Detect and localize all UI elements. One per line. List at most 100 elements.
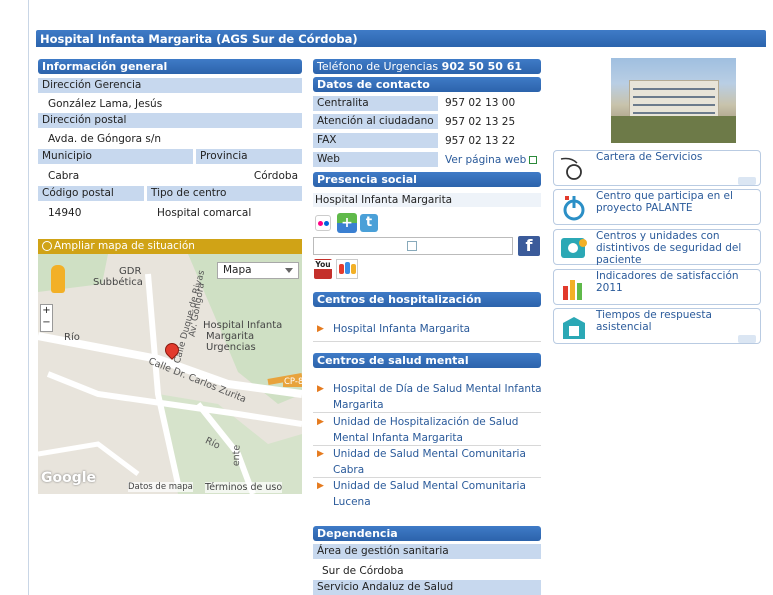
bullet-arrow-icon: ▶ <box>317 417 324 427</box>
contact-value-atencion: 957 02 13 25 <box>445 116 516 128</box>
flickr-icon[interactable] <box>315 215 331 231</box>
map-type-value: Mapa <box>223 264 252 276</box>
urgencias-value: 902 50 50 61 <box>441 60 523 73</box>
power-icon <box>563 196 585 221</box>
contact-label-atencion: Atención al ciudadano <box>313 114 438 129</box>
mental-item[interactable]: ▶ Unidad de Salud Mental Comunitaria Luce… <box>317 478 542 510</box>
contact-value-fax: 957 02 13 22 <box>445 135 516 147</box>
map-label-gdr: GDR <box>119 266 142 277</box>
facebook-icon[interactable]: f <box>518 236 540 256</box>
zoom-control[interactable]: + − <box>40 304 53 332</box>
service-tiempos[interactable]: Tiempos de respuesta asistencial <box>553 308 761 344</box>
zoom-in-icon[interactable]: + <box>42 305 50 316</box>
broken-image-icon <box>407 241 417 251</box>
social-embed-box <box>313 237 513 255</box>
postal-label: Dirección postal <box>38 113 302 128</box>
mental-item[interactable]: ▶ Hospital de Día de Salud Mental Infanta… <box>317 381 542 413</box>
community-icon[interactable] <box>336 259 358 279</box>
contact-label-centralita: Centralita <box>313 96 438 111</box>
social-name: Hospital Infanta Margarita <box>313 193 541 207</box>
youtube-icon[interactable]: You <box>314 259 332 279</box>
map-label-rio: Río <box>64 332 80 343</box>
map-label-cp: CP-8 <box>283 377 302 387</box>
map-label-urgencias: Urgencias <box>206 342 256 353</box>
hospital-clock-icon <box>563 317 585 339</box>
bullet-arrow-icon: ▶ <box>317 384 324 394</box>
map-data-link[interactable]: Datos de mapa <box>128 482 193 492</box>
hosp-header: Centros de hospitalización <box>313 292 541 307</box>
twitter-icon[interactable]: t <box>360 214 378 232</box>
map-label-hospital: Hospital Infanta <box>203 320 283 331</box>
service-label: Centro que participa en el proyecto PALA… <box>596 190 733 214</box>
postal-value: Avda. de Góngora s/n <box>48 133 162 145</box>
hospital-photo <box>611 58 736 143</box>
contact-header: Datos de contacto <box>313 77 541 92</box>
map-expand-link[interactable]: Ampliar mapa de situación <box>38 239 302 254</box>
provincia-label: Provincia <box>196 149 302 164</box>
divider <box>313 412 541 413</box>
map-label-subbetica: Subbética <box>93 277 143 288</box>
contact-value-centralita: 957 02 13 00 <box>445 97 516 109</box>
add-share-icon[interactable]: + <box>337 213 357 233</box>
urgencias-header: Teléfono de Urgencias 902 50 50 61 <box>313 59 541 74</box>
bar-chart-icon <box>563 280 582 300</box>
hosp-item[interactable]: ▶ Hospital Infanta Margarita <box>317 321 542 337</box>
mental-item-label: Hospital de Día de Salud Mental Infanta … <box>333 383 542 411</box>
gerencia-label: Dirección Gerencia <box>38 78 302 93</box>
map-label-margarita: Margarita <box>206 331 255 342</box>
service-label: Tiempos de respuesta asistencial <box>596 309 712 333</box>
urgencias-label: Teléfono de Urgencias <box>317 60 439 73</box>
service-cartera[interactable]: Cartera de Servicios <box>553 150 761 186</box>
provincia-value: Córdoba <box>253 170 298 182</box>
map-expand-label: Ampliar mapa de situación <box>54 240 195 252</box>
dep-area-value: Sur de Córdoba <box>322 565 404 577</box>
zoom-out-icon[interactable]: − <box>42 317 50 328</box>
service-label: Cartera de Servicios <box>596 151 703 163</box>
page-title: Hospital Infanta Margarita (AGS Sur de C… <box>36 30 766 47</box>
page: Hospital Infanta Margarita (AGS Sur de C… <box>0 0 773 595</box>
dep-header: Dependencia <box>313 526 541 541</box>
info-header: Información general <box>38 59 302 74</box>
web-link-label: Ver página web <box>445 154 527 166</box>
google-logo: Google <box>41 470 97 486</box>
pegman-icon[interactable] <box>51 265 65 293</box>
hosp-item-label: Hospital Infanta Margarita <box>333 323 471 335</box>
external-link-icon <box>529 156 538 164</box>
service-palante[interactable]: Centro que participa en el proyecto PALA… <box>553 189 761 225</box>
expand-tab[interactable] <box>738 177 756 185</box>
municipio-value: Cabra <box>48 170 80 182</box>
map-type-select[interactable]: Mapa <box>217 262 299 279</box>
mental-item-label: Unidad de Salud Mental Comunitaria Cabra <box>333 448 526 476</box>
tipo-label: Tipo de centro <box>147 186 302 201</box>
municipio-label: Municipio <box>38 149 193 164</box>
service-label: Centros y unidades con distintivos de se… <box>596 230 742 266</box>
tipo-value: Hospital comarcal <box>157 207 252 219</box>
dep-sas-label: Servicio Andaluz de Salud <box>313 580 541 595</box>
divider <box>313 341 541 342</box>
left-divider <box>28 0 29 595</box>
bullet-arrow-icon: ▶ <box>317 481 324 491</box>
bullet-arrow-icon: ▶ <box>317 324 324 334</box>
expand-tab[interactable] <box>738 335 756 343</box>
contact-label-fax: FAX <box>313 133 438 148</box>
mental-header: Centros de salud mental <box>313 353 541 368</box>
mental-item[interactable]: ▶ Unidad de Salud Mental Comunitaria Cabr… <box>317 446 542 478</box>
social-header: Presencia social <box>313 172 541 187</box>
service-label: Indicadores de satisfacción 2011 <box>596 270 739 294</box>
chevron-down-icon <box>285 268 293 273</box>
service-seguridad[interactable]: Centros y unidades con distintivos de se… <box>553 229 761 266</box>
youtube-label: You <box>314 260 332 269</box>
cp-label: Código postal <box>38 186 144 201</box>
cp-value: 14940 <box>48 207 82 219</box>
mental-item[interactable]: ▶ Unidad de Hospitalización de Salud Ment… <box>317 414 542 446</box>
service-satisfaccion[interactable]: Indicadores de satisfacción 2011 <box>553 269 761 305</box>
dep-area-label: Área de gestión sanitaria <box>313 544 541 559</box>
stethoscope-icon <box>560 157 582 180</box>
zoom-icon <box>42 241 52 251</box>
bullet-arrow-icon: ▶ <box>317 449 324 459</box>
contact-label-web: Web <box>313 152 438 167</box>
mental-item-label: Unidad de Hospitalización de Salud Menta… <box>333 416 519 444</box>
safety-icon <box>561 238 587 258</box>
map-terms-link[interactable]: Términos de uso <box>205 482 283 493</box>
web-link[interactable]: Ver página web <box>445 154 538 166</box>
